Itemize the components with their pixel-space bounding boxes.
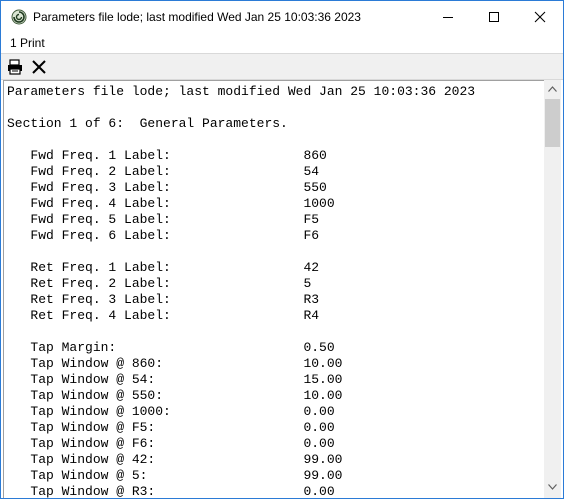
close-x-icon [32,60,46,74]
minimize-icon [443,17,453,18]
maximize-button[interactable] [471,1,517,33]
report-line: Fwd Freq. 1 Label: 860 [7,148,327,163]
close-icon [534,11,546,23]
report-line: Tap Window @ F6: 0.00 [7,436,335,451]
report-line: Fwd Freq. 4 Label: 1000 [7,196,335,211]
report-line: Section 1 of 6: General Parameters. [7,116,288,131]
report-line: Tap Window @ 42: 99.00 [7,452,343,467]
minimize-button[interactable] [425,1,471,33]
report-line [7,132,475,148]
report-line: Tap Window @ 1000: 0.00 [7,404,335,419]
report-text: Parameters file lode; last modified Wed … [7,84,476,499]
title-bar[interactable]: Parameters file lode; last modified Wed … [1,1,563,33]
close-report-button[interactable] [28,56,50,78]
report-line [7,324,475,340]
menu-item-print[interactable]: 1 Print [10,36,45,50]
report-line: Ret Freq. 1 Label: 42 [7,260,320,275]
report-line: Ret Freq. 4 Label: R4 [7,308,320,323]
report-line: Fwd Freq. 3 Label: 550 [7,180,327,195]
report-line: Tap Window @ 550: 10.00 [7,388,343,403]
report-line: Tap Window @ 5: 99.00 [7,468,343,483]
report-viewer-window: Parameters file lode; last modified Wed … [0,0,564,499]
report-line: Fwd Freq. 5 Label: F5 [7,212,320,227]
printer-icon [8,59,22,75]
scroll-thumb[interactable] [545,99,560,147]
maximize-icon [489,12,499,22]
report-line: Ret Freq. 3 Label: R3 [7,292,320,307]
report-line: Tap Window @ R3: 0.00 [7,484,335,499]
window-title: Parameters file lode; last modified Wed … [33,10,361,24]
report-line [7,244,475,260]
scroll-down-button[interactable] [544,478,561,495]
scroll-up-arrow-icon [548,85,557,92]
report-line: Fwd Freq. 2 Label: 54 [7,164,320,179]
report-line: Fwd Freq. 6 Label: F6 [7,228,320,243]
scroll-up-button[interactable] [544,80,561,97]
vertical-scrollbar[interactable] [544,80,561,498]
report-line: Tap Window @ 860: 10.00 [7,356,343,371]
menu-bar: 1 Print [1,33,563,53]
report-line [7,100,475,116]
report-line: Tap Margin: 0.50 [7,340,335,355]
report-line: Parameters file lode; last modified Wed … [7,84,476,99]
report-line: Ret Freq. 2 Label: 5 [7,276,312,291]
report-text-area[interactable]: Parameters file lode; last modified Wed … [3,80,544,499]
app-swirl-icon [11,9,27,25]
toolbar [1,53,563,80]
scroll-down-arrow-icon [548,483,557,490]
report-line: Tap Window @ F5: 0.00 [7,420,335,435]
print-button[interactable] [4,56,26,78]
report-line: Tap Window @ 54: 15.00 [7,372,343,387]
close-window-button[interactable] [517,1,563,33]
